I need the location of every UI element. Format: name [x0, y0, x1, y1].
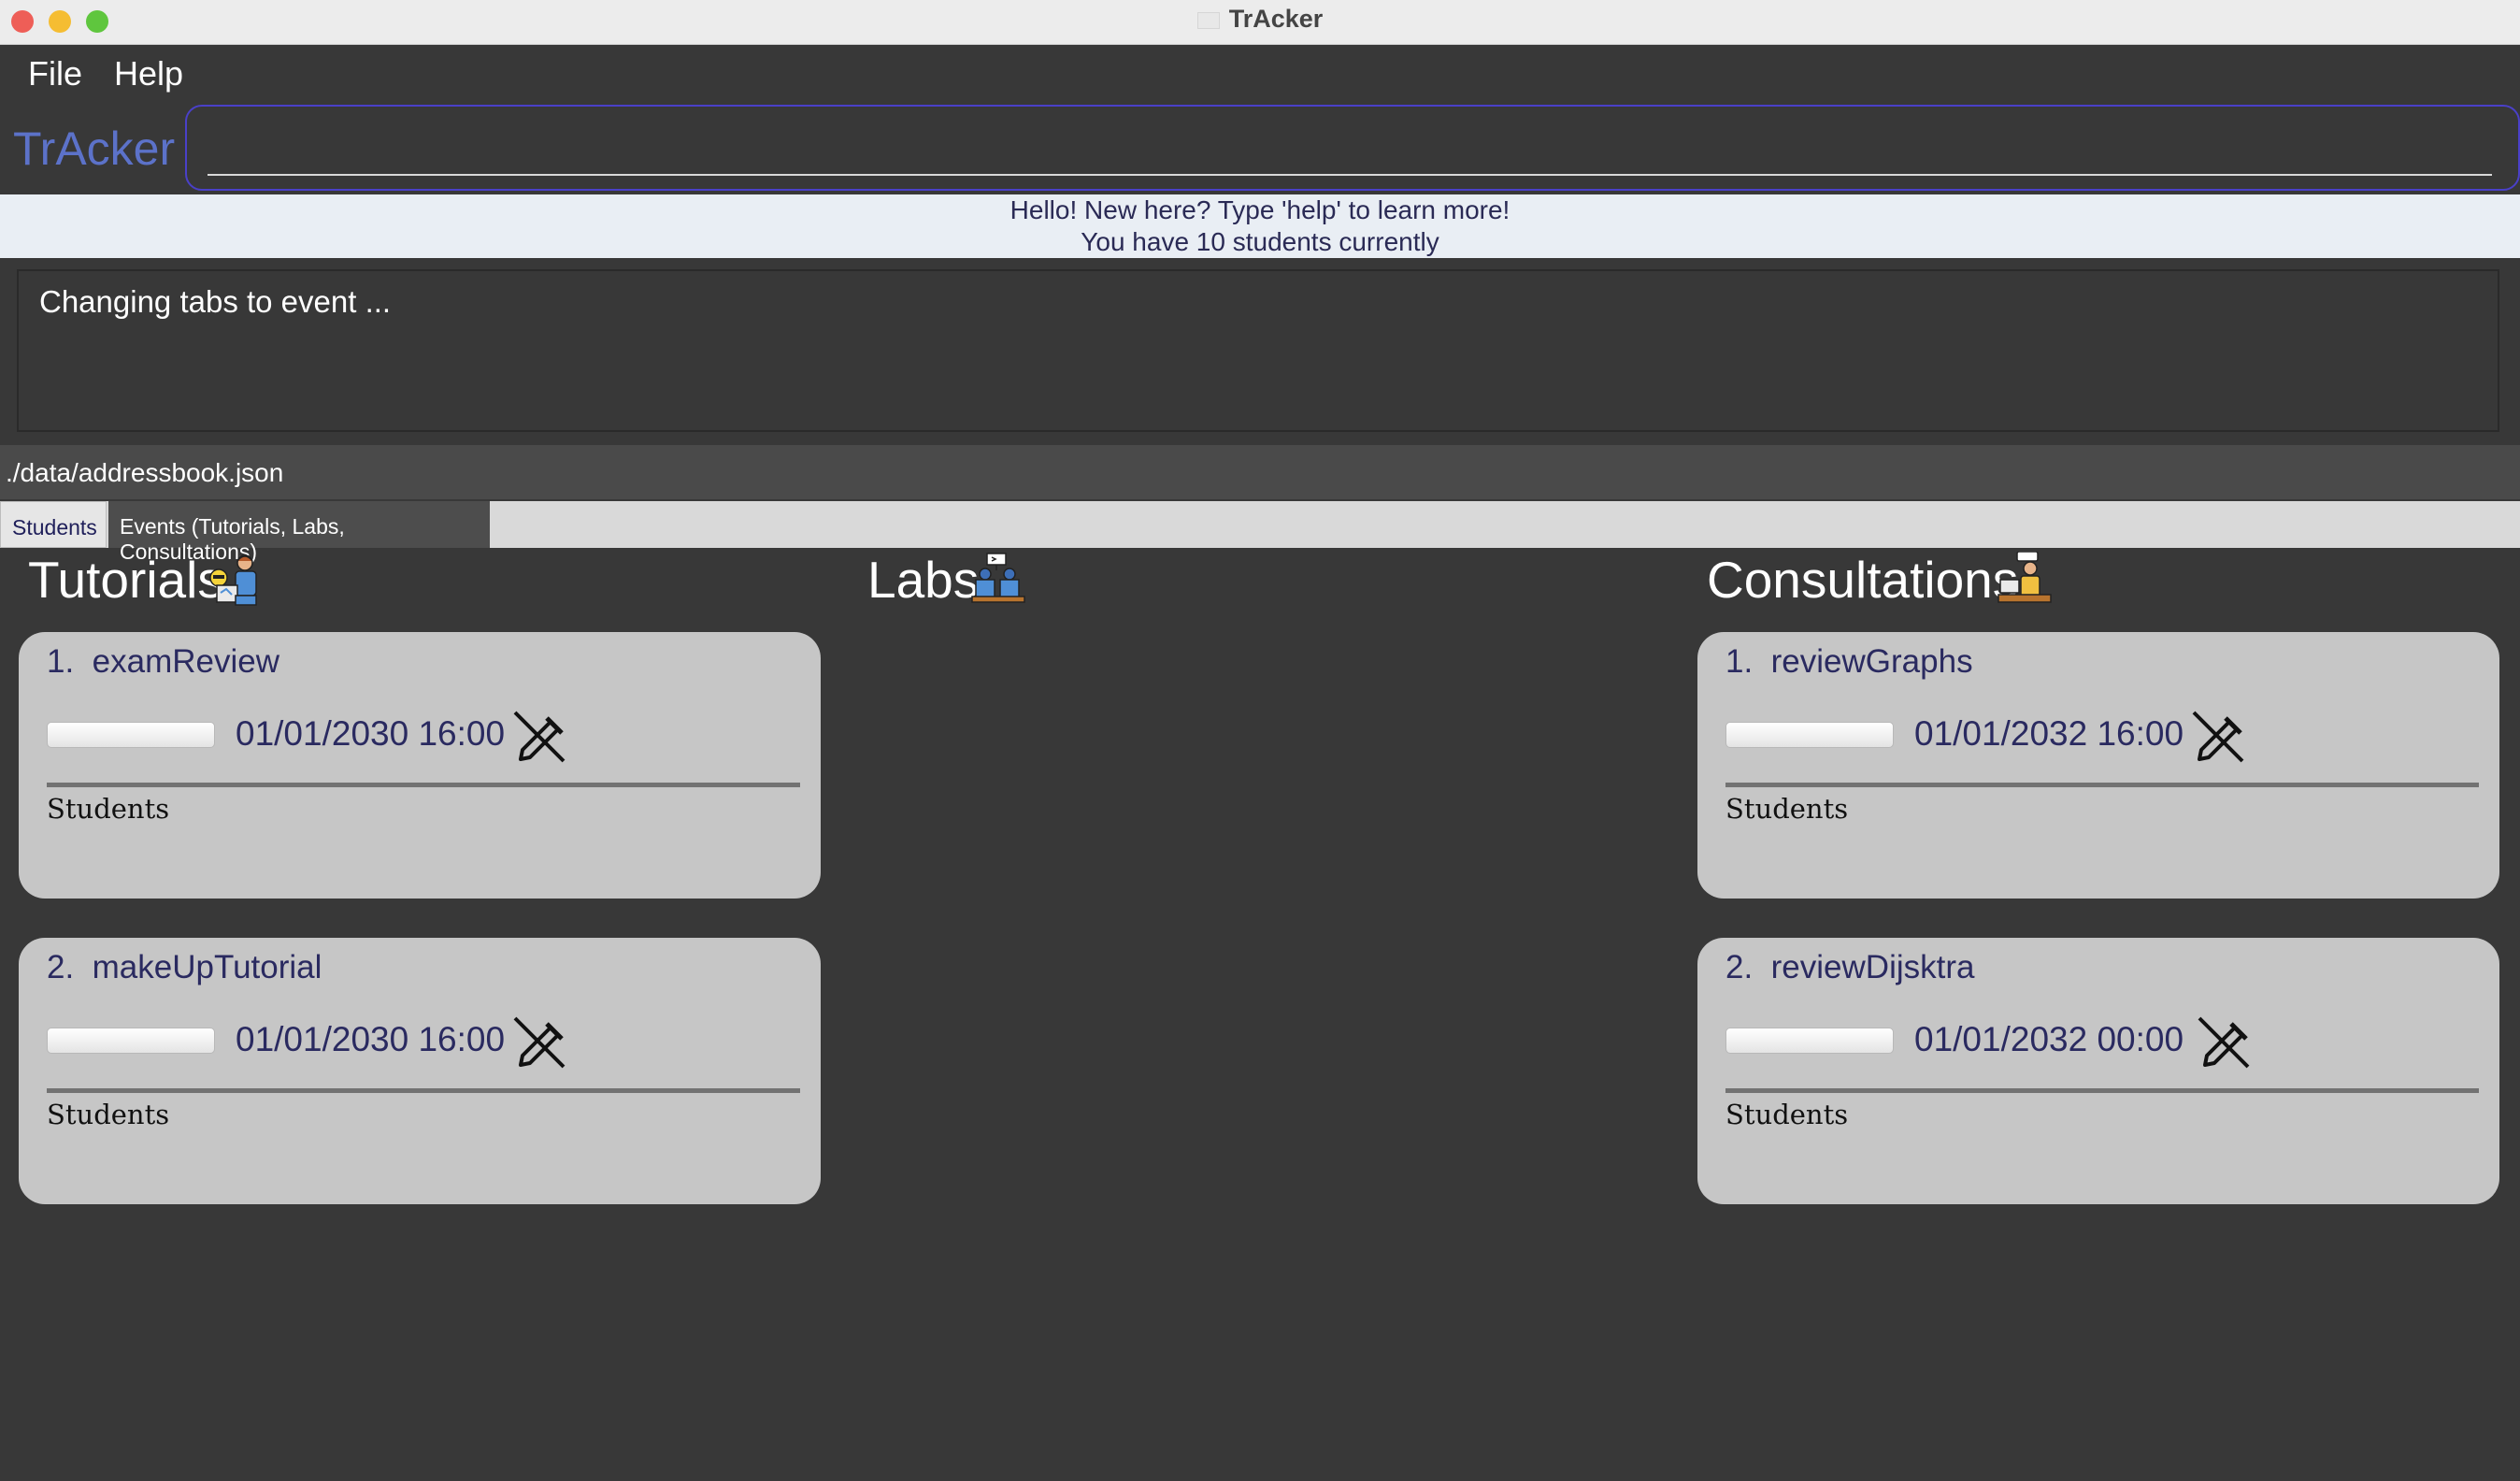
event-title: 2. makeUpTutorial [47, 949, 322, 985]
window-title-bar: TrAcker [0, 0, 2520, 45]
event-datetime: 01/01/2032 16:00 [1914, 714, 2184, 753]
event-progress-bar [1725, 722, 1894, 748]
lab-icon [971, 553, 1025, 603]
menu-bar: File Help [0, 45, 2520, 103]
event-datetime: 01/01/2032 00:00 [1914, 1020, 2184, 1058]
consultations-heading: Consultations [1707, 551, 2019, 609]
event-card[interactable]: 1. examReview 01/01/2030 16:00 Students [19, 632, 821, 899]
tab-events[interactable]: Events (Tutorials, Labs, Consultations) [108, 501, 490, 564]
app-icon [1196, 11, 1220, 29]
event-progress-bar [47, 722, 215, 748]
result-text: Changing tabs to event ... [39, 284, 392, 319]
card-divider [47, 1088, 800, 1093]
tab-bar: Students Events (Tutorials, Labs, Consul… [0, 501, 2520, 564]
window-title: TrAcker [0, 2, 2520, 36]
window-title-text: TrAcker [1228, 5, 1324, 33]
command-input[interactable] [208, 116, 2492, 176]
event-card[interactable]: 2. reviewDijsktra 01/01/2032 00:00 Stude… [1697, 938, 2499, 1204]
card-divider [1725, 783, 2479, 787]
event-card[interactable]: 2. makeUpTutorial 01/01/2030 16:00 Stude… [19, 938, 821, 1204]
app-brand-label: TrAcker [13, 122, 176, 175]
welcome-message: Hello! New here? Type 'help' to learn mo… [1009, 195, 1511, 224]
edit-disabled-icon[interactable] [509, 707, 569, 767]
welcome-banner: Hello! New here? Type 'help' to learn mo… [0, 194, 2520, 258]
edit-disabled-icon[interactable] [2188, 707, 2248, 767]
event-title: 1. examReview [47, 643, 280, 680]
consultation-icon [1997, 552, 2052, 603]
command-box[interactable] [185, 105, 2520, 191]
card-divider [1725, 1088, 2479, 1093]
students-label: Students [1725, 793, 1849, 825]
event-title: 1. reviewGraphs [1725, 643, 1973, 680]
student-count-message: You have 10 students currently [1081, 227, 1439, 256]
event-progress-bar [1725, 1028, 1894, 1054]
menu-file[interactable]: File [28, 54, 82, 93]
status-bar: ./data/addressbook.json [0, 445, 2520, 499]
edit-disabled-icon[interactable] [2194, 1013, 2254, 1072]
menu-help[interactable]: Help [114, 54, 183, 93]
tutor-icon [209, 554, 257, 606]
event-datetime: 01/01/2030 16:00 [236, 1020, 506, 1058]
tutorials-heading: Tutorials [28, 551, 223, 609]
result-display: Changing tabs to event ... [17, 269, 2499, 432]
students-label: Students [47, 793, 170, 825]
tab-students[interactable]: Students [0, 501, 107, 548]
event-datetime: 01/01/2030 16:00 [236, 714, 506, 753]
card-divider [47, 783, 800, 787]
data-file-path: ./data/addressbook.json [6, 458, 284, 487]
event-progress-bar [47, 1028, 215, 1054]
labs-heading: Labs [867, 551, 980, 609]
students-label: Students [1725, 1099, 1849, 1130]
event-card[interactable]: 1. reviewGraphs 01/01/2032 16:00 Student… [1697, 632, 2499, 899]
edit-disabled-icon[interactable] [509, 1013, 569, 1072]
event-title: 2. reviewDijsktra [1725, 949, 1975, 985]
students-label: Students [47, 1099, 170, 1130]
